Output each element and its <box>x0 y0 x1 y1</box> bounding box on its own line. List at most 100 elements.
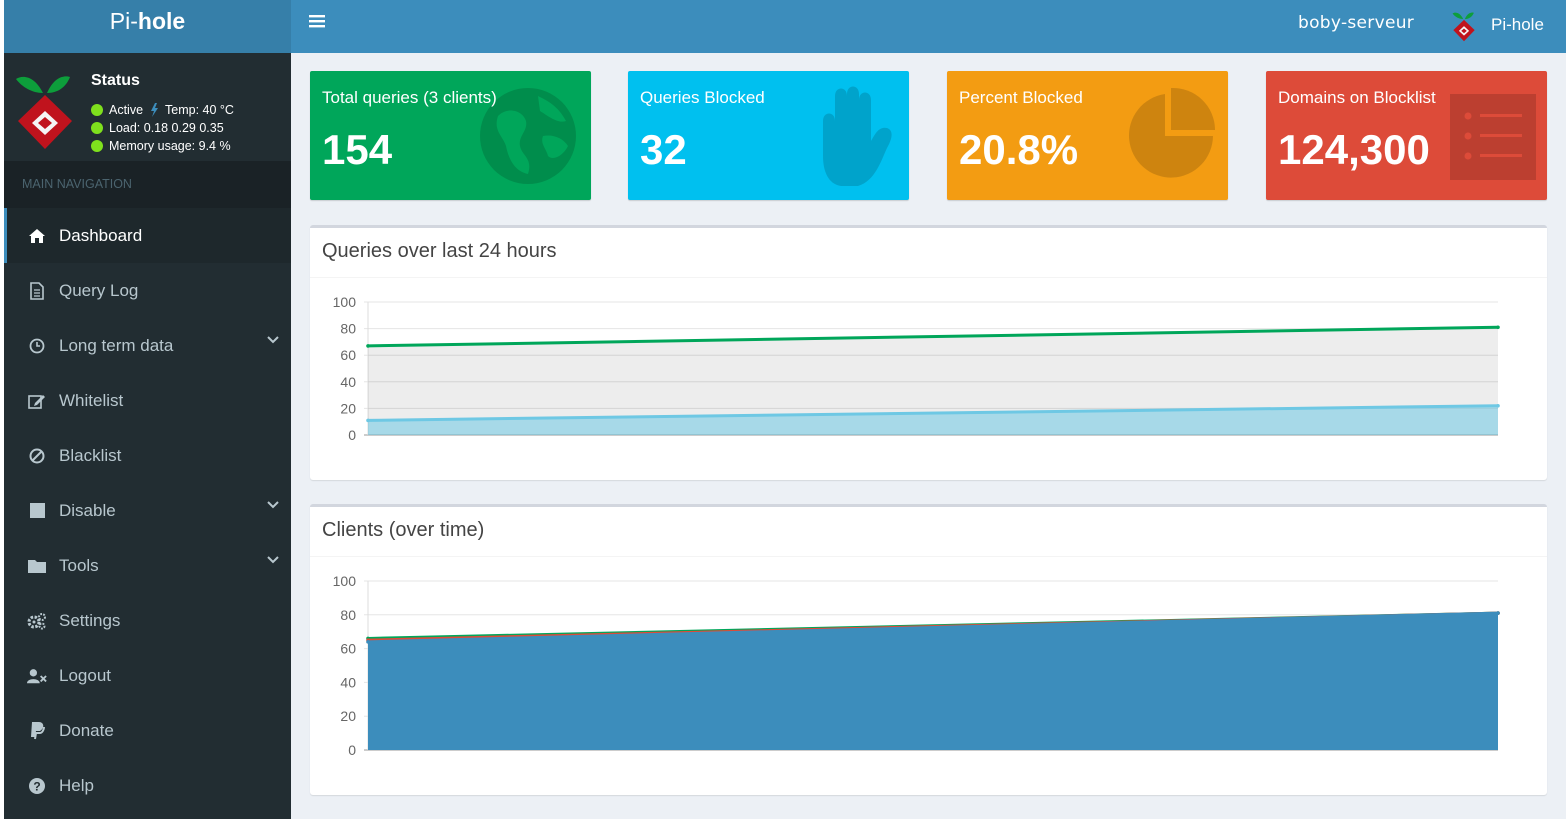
status-active: Active <box>109 103 144 117</box>
list-icon <box>1450 94 1536 180</box>
active-dot-icon <box>91 104 103 116</box>
percent-blocked-label: Percent Blocked <box>959 88 1083 107</box>
domains-blocklist-value: 124,300 <box>1278 126 1430 173</box>
domains-blocklist-box: Domains on Blocklist 124,300 <box>1266 71 1547 200</box>
status-load: Load: 0.18 0.29 0.35 <box>109 121 224 135</box>
y-tick-label: 20 <box>340 708 356 724</box>
domains-blocklist-label: Domains on Blocklist <box>1278 88 1436 107</box>
status-memory-line: Memory usage: 9.4 % <box>91 139 231 153</box>
status-title: Status <box>91 72 140 89</box>
sidebar-item-long-term-data[interactable]: Long term data <box>4 318 291 373</box>
sidebar-item-donate[interactable]: Donate <box>4 703 291 758</box>
load-dot-icon <box>91 122 103 134</box>
total-queries-value: 154 <box>322 126 393 173</box>
status-load-line: Load: 0.18 0.29 0.35 <box>91 121 224 135</box>
clients-chart-panel: Clients (over time) 100 80 60 40 20 0 <box>310 504 1547 795</box>
queries-chart-title: Queries over last 24 hours <box>310 228 1547 278</box>
sidebar-item-dashboard[interactable]: Dashboard <box>4 208 291 263</box>
queries-blocked-value: 32 <box>640 126 687 173</box>
y-tick-label: 80 <box>340 607 356 623</box>
file-icon <box>27 281 47 300</box>
y-tick-label: 100 <box>333 573 357 589</box>
clock-icon <box>27 337 47 355</box>
sidebar-item-label: Long term data <box>59 335 174 355</box>
y-tick-label: 0 <box>348 742 356 758</box>
sidebar-item-label: Query Log <box>59 280 139 300</box>
chevron-down-icon <box>267 336 279 344</box>
question-icon: ? <box>27 777 47 795</box>
sidebar-item-label: Logout <box>59 665 111 685</box>
y-tick-label: 40 <box>340 374 356 390</box>
data-point[interactable] <box>366 344 370 348</box>
percent-blocked-value: 20.8% <box>959 126 1079 173</box>
edit-icon <box>27 392 47 410</box>
data-point[interactable] <box>366 640 370 644</box>
pie-chart-icon <box>1129 87 1215 178</box>
user-name: Pi-hole <box>1491 15 1544 34</box>
total-queries-label: Total queries (3 clients) <box>322 88 497 107</box>
hostname: boby-serveur <box>1298 13 1415 33</box>
user-avatar-icon <box>1452 12 1475 42</box>
home-icon <box>27 227 47 245</box>
user-times-icon <box>27 667 47 685</box>
brand-light: Pi- <box>109 8 138 34</box>
thermometer-icon <box>151 103 159 117</box>
status-memory: Memory usage: 9.4 % <box>109 139 231 153</box>
sidebar-toggle-icon[interactable] <box>309 14 325 33</box>
clients-chart: 100 80 60 40 20 0 <box>333 573 1500 758</box>
sidebar-item-label: Disable <box>59 500 116 520</box>
sidebar-item-logout[interactable]: Logout <box>4 648 291 703</box>
queries-blocked-box: Queries Blocked 32 <box>628 71 909 200</box>
total-queries-box: Total queries (3 clients) 154 <box>310 71 591 200</box>
sidebar-item-query-log[interactable]: Query Log <box>4 263 291 318</box>
status-active-line: Active Temp: 40 °C <box>91 103 234 117</box>
sidebar-item-tools[interactable]: Tools <box>4 538 291 593</box>
sidebar-item-label: Settings <box>59 610 121 630</box>
status-panel: Status Active Temp: 40 °C Load: 0.18 0.2… <box>4 53 291 161</box>
gears-icon <box>27 612 47 630</box>
sidebar-item-label: Tools <box>59 555 99 575</box>
data-point[interactable] <box>1496 325 1500 330</box>
y-tick-label: 100 <box>333 294 357 310</box>
chevron-down-icon <box>267 501 279 509</box>
sidebar-item-whitelist[interactable]: Whitelist <box>4 373 291 428</box>
y-tick-label: 60 <box>340 347 356 363</box>
sidebar-item-label: Blacklist <box>59 445 122 465</box>
svg-text:?: ? <box>33 779 40 793</box>
queries-chart: 100 80 60 40 20 0 <box>333 294 1500 443</box>
ban-icon <box>27 447 47 465</box>
brand-bold: hole <box>137 8 186 34</box>
status-temp: Temp: 40 °C <box>165 103 234 117</box>
sidebar-item-label: Dashboard <box>59 225 143 245</box>
queries-chart-panel: Queries over last 24 hours 100 80 60 40 20 0 <box>310 225 1547 480</box>
queries-blocked-label: Queries Blocked <box>640 88 765 107</box>
chevron-down-icon <box>267 556 279 564</box>
sidebar-item-label: Help <box>59 775 94 795</box>
brand-logo[interactable]: Pi-hole <box>4 0 291 53</box>
data-point[interactable] <box>1496 611 1500 615</box>
paypal-icon <box>27 721 47 740</box>
y-tick-label: 20 <box>340 400 356 416</box>
y-tick-label: 40 <box>340 674 356 690</box>
clients-chart-title: Clients (over time) <box>310 507 1547 557</box>
sidebar-item-blacklist[interactable]: Blacklist <box>4 428 291 483</box>
folder-icon <box>27 557 47 575</box>
y-tick-label: 80 <box>340 321 356 337</box>
y-tick-label: 60 <box>340 641 356 657</box>
sidebar-item-settings[interactable]: Settings <box>4 593 291 648</box>
sidebar-item-label: Whitelist <box>59 390 124 410</box>
pihole-logo-icon <box>16 76 72 149</box>
y-tick-label: 0 <box>348 427 356 443</box>
data-point[interactable] <box>366 418 370 423</box>
sidebar-item-disable[interactable]: Disable <box>4 483 291 538</box>
sidebar-item-label: Donate <box>59 720 114 740</box>
stop-icon <box>27 502 47 520</box>
hand-icon <box>823 86 892 186</box>
user-menu[interactable]: Pi-hole <box>1451 8 1544 42</box>
percent-blocked-box: Percent Blocked 20.8% <box>947 71 1228 200</box>
top-navbar: boby-serveur Pi-hole <box>291 0 1566 53</box>
sidebar-item-help[interactable]: ? Help <box>4 758 291 813</box>
memory-dot-icon <box>91 140 103 152</box>
sidebar: Status Active Temp: 40 °C Load: 0.18 0.2… <box>4 53 291 819</box>
data-point[interactable] <box>1496 403 1500 408</box>
